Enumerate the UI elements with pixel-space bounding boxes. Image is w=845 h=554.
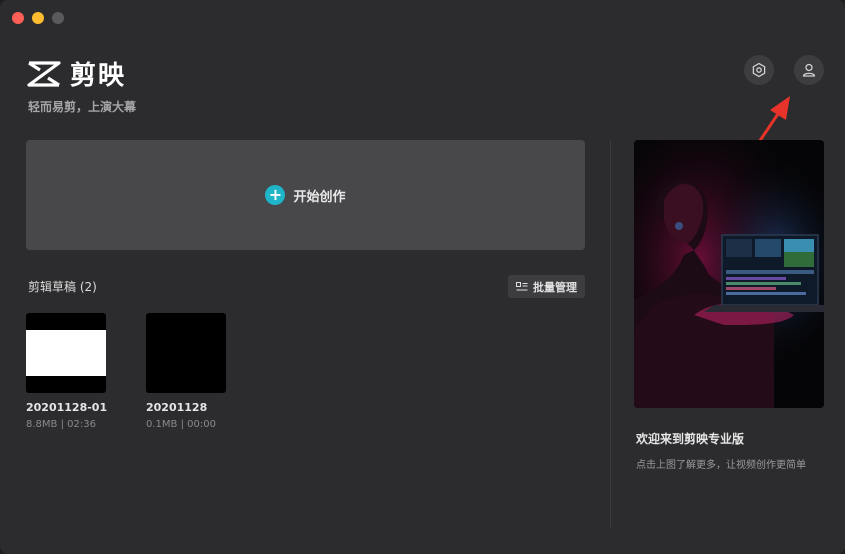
window-controls xyxy=(12,12,64,24)
start-creation-label: 开始创作 xyxy=(293,189,346,205)
start-creation-button[interactable]: + 开始创作 xyxy=(26,140,585,250)
plus-icon: + xyxy=(265,185,286,205)
zoom-window-button[interactable] xyxy=(52,12,64,24)
panel-divider xyxy=(610,140,611,528)
draft-thumbnail[interactable] xyxy=(146,313,226,393)
settings-button[interactable] xyxy=(744,55,774,85)
close-window-button[interactable] xyxy=(12,12,24,24)
settings-hexagon-icon xyxy=(752,62,766,78)
user-icon xyxy=(802,63,816,77)
user-account-button[interactable] xyxy=(794,55,824,85)
draft-meta: 8.8MB | 02:36 xyxy=(26,419,96,430)
promo-subtitle: 点击上图了解更多，让视频创作更简单 xyxy=(636,460,806,471)
thumbnail-frame xyxy=(26,330,106,376)
draft-name: 20201128 xyxy=(146,401,208,414)
batch-manage-button[interactable]: 批量管理 xyxy=(508,275,585,298)
draft-item[interactable]: 20201128 0.1MB | 00:00 xyxy=(146,313,246,430)
batch-manage-icon xyxy=(516,281,528,290)
promo-photo-illustration xyxy=(634,140,824,408)
capcut-logo-icon xyxy=(27,60,61,87)
app-name: 剪映 xyxy=(70,61,127,91)
app-logo: 剪映 xyxy=(26,55,126,92)
app-window: 剪映 轻而易剪，上演大幕 + 开始创作 剪辑草稿 (2) 批量管理 202011… xyxy=(0,0,845,554)
draft-thumbnail[interactable] xyxy=(26,313,106,393)
drafts-section-title: 剪辑草稿 (2) xyxy=(28,280,97,294)
draft-item[interactable]: 20201128-01 8.8MB | 02:36 xyxy=(26,313,126,430)
batch-manage-label: 批量管理 xyxy=(533,280,577,294)
app-tagline: 轻而易剪，上演大幕 xyxy=(28,100,137,114)
draft-name: 20201128-01 xyxy=(26,401,108,414)
promo-banner-image[interactable] xyxy=(634,140,824,408)
draft-meta: 0.1MB | 00:00 xyxy=(146,419,216,430)
promo-title: 欢迎来到剪映专业版 xyxy=(636,432,745,446)
minimize-window-button[interactable] xyxy=(32,12,44,24)
